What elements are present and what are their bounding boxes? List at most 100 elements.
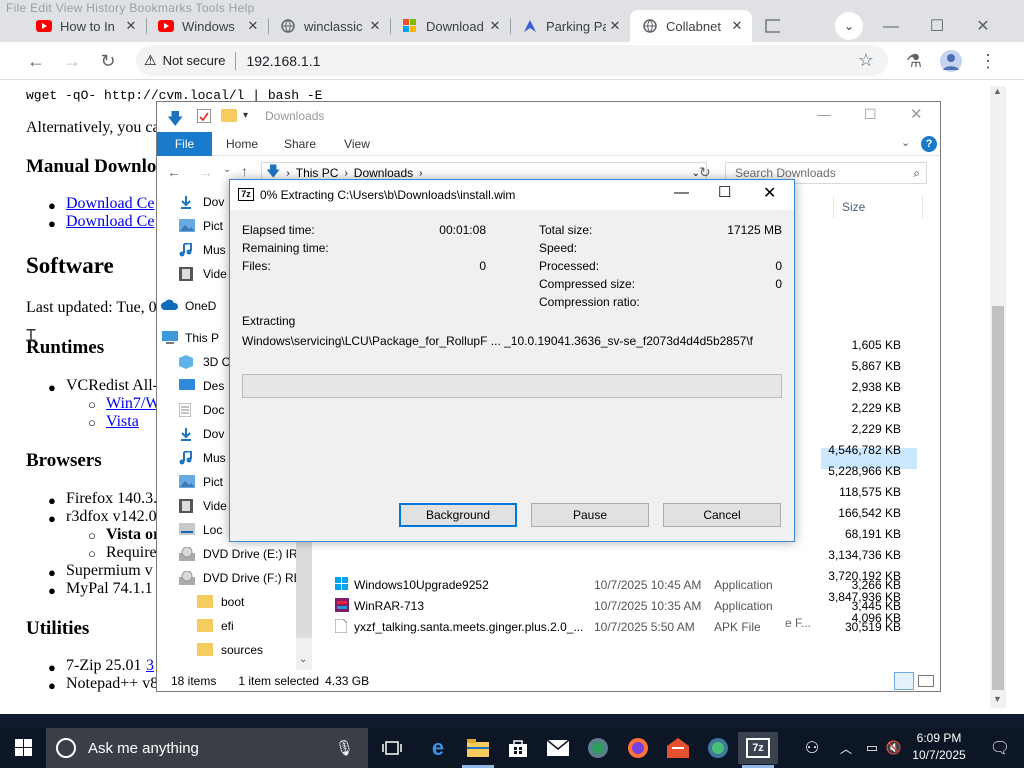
- page-scrollbar[interactable]: ▲ ▼: [990, 86, 1006, 708]
- nav-item[interactable]: Mus: [179, 446, 226, 470]
- show-hidden-icons-chevron[interactable]: ︿: [834, 732, 858, 764]
- scroll-up-icon[interactable]: ▲: [993, 86, 1002, 96]
- maximize-icon[interactable]: ☐: [864, 106, 877, 123]
- nav-item[interactable]: Pict: [179, 470, 223, 494]
- notifications-icon[interactable]: 🗨: [980, 732, 1020, 764]
- store-bag-icon[interactable]: [498, 732, 538, 764]
- nav-item[interactable]: OneD: [161, 294, 216, 318]
- properties-checkbox-icon[interactable]: [197, 109, 211, 123]
- cancel-button[interactable]: Cancel: [663, 503, 781, 527]
- tab-close-icon[interactable]: ✕: [366, 18, 384, 34]
- ribbon-expand-icon[interactable]: ⌄: [901, 136, 910, 149]
- tab-how-to[interactable]: How to In ✕: [24, 10, 146, 42]
- nav-item[interactable]: Vide: [179, 262, 227, 286]
- nav-item[interactable]: Pict: [179, 214, 223, 238]
- file-row[interactable]: Windows10Upgrade9252 10/7/2025 10:45 AM Ap…: [313, 574, 913, 595]
- maximize-icon[interactable]: ☐: [718, 183, 731, 201]
- labs-flask-icon[interactable]: ⚗: [902, 49, 926, 73]
- close-icon[interactable]: ✕: [763, 183, 776, 203]
- tab-collabnet[interactable]: Collabnet ✕: [630, 10, 752, 42]
- details-view-icon[interactable]: [894, 672, 914, 690]
- path-this-pc[interactable]: This PC: [296, 166, 339, 180]
- tab-download[interactable]: Download ✕: [390, 10, 510, 42]
- firefox-icon[interactable]: [618, 732, 658, 764]
- tab-close-icon[interactable]: ✕: [122, 18, 140, 34]
- menu-dots-icon[interactable]: ⋮: [976, 49, 1000, 73]
- large-icons-view-icon[interactable]: [918, 675, 934, 687]
- pause-button[interactable]: Pause: [531, 503, 649, 527]
- ribbon-tab-file[interactable]: File: [157, 132, 212, 156]
- tab-winclassic[interactable]: winclassic ✕: [268, 10, 390, 42]
- nav-item[interactable]: DVD Drive (E:) IR: [179, 542, 298, 566]
- file-explorer-icon[interactable]: [458, 732, 498, 764]
- tab-search-chevron-icon[interactable]: ⌄: [835, 12, 863, 40]
- minimize-icon[interactable]: —: [674, 184, 689, 201]
- scrollbar-thumb[interactable]: [992, 306, 1004, 690]
- download-link-1[interactable]: Download Ce: [66, 195, 154, 213]
- cortana-search-box[interactable]: Ask me anything 🎙: [46, 728, 368, 768]
- tab-parking[interactable]: Parking Pa ✕: [510, 10, 630, 42]
- maximize-icon[interactable]: ☐: [922, 14, 952, 40]
- task-view-icon[interactable]: [372, 732, 412, 764]
- tab-close-icon[interactable]: ✕: [728, 18, 746, 34]
- mail-icon[interactable]: [538, 732, 578, 764]
- ribbon-tab-home[interactable]: Home: [217, 132, 267, 156]
- nav-item[interactable]: Vide: [179, 494, 227, 518]
- tab-close-icon[interactable]: ✕: [486, 18, 504, 34]
- ribbon-tab-share[interactable]: Share: [275, 132, 325, 156]
- up-arrow-icon[interactable]: ↑: [241, 163, 248, 179]
- microphone-icon[interactable]: 🎙: [335, 739, 354, 757]
- back-arrow-icon[interactable]: ←: [24, 49, 48, 73]
- new-folder-icon[interactable]: [221, 109, 237, 122]
- nav-item[interactable]: Loc: [179, 518, 222, 542]
- recent-chevron-icon[interactable]: ⌄: [223, 164, 231, 175]
- qat-dropdown-icon[interactable]: ▾: [243, 110, 248, 121]
- bookmark-star-icon[interactable]: ☆: [858, 50, 874, 71]
- tab-windows[interactable]: Windows ✕: [146, 10, 268, 42]
- tab-close-icon[interactable]: ✕: [606, 18, 624, 34]
- system-clock[interactable]: 6:09 PM 10/7/2025: [900, 730, 978, 766]
- nav-item[interactable]: efi: [197, 614, 234, 638]
- close-icon[interactable]: ✕: [968, 14, 998, 40]
- scroll-down-icon[interactable]: ⌄: [299, 654, 307, 665]
- minimize-icon[interactable]: —: [817, 106, 831, 122]
- win7-link[interactable]: Win7/W: [106, 395, 160, 413]
- nav-item[interactable]: 3D O: [179, 350, 231, 374]
- size-column-header[interactable]: Size: [833, 196, 923, 218]
- profile-avatar[interactable]: [940, 50, 962, 72]
- ribbon-tab-view[interactable]: View: [332, 132, 382, 156]
- nav-item[interactable]: sources: [197, 638, 263, 662]
- nav-item[interactable]: Dov: [179, 190, 224, 214]
- fdm-icon[interactable]: [658, 732, 698, 764]
- vista-link[interactable]: Vista: [106, 413, 139, 431]
- nav-item[interactable]: Dov: [179, 422, 224, 446]
- address-bar[interactable]: ⚠ Not secure 192.168.1.1 ☆: [136, 45, 888, 76]
- people-icon[interactable]: ⚇: [792, 732, 832, 764]
- path-downloads[interactable]: Downloads: [354, 166, 413, 180]
- file-row[interactable]: yxzf_talking.santa.meets.ginger.plus.2.0…: [313, 616, 913, 637]
- back-arrow-icon[interactable]: ←: [167, 164, 181, 180]
- browser-globe-icon[interactable]: [698, 732, 738, 764]
- close-icon[interactable]: ✕: [910, 105, 923, 123]
- nav-item[interactable]: This P: [161, 326, 219, 350]
- nav-item[interactable]: boot: [197, 590, 244, 614]
- edge-icon[interactable]: e: [418, 732, 458, 764]
- help-icon[interactable]: ?: [921, 136, 937, 152]
- nav-item[interactable]: Mus: [179, 238, 226, 262]
- minimize-icon[interactable]: —: [876, 14, 906, 40]
- file-row[interactable]: WinRAR-713 10/7/2025 10:35 AM Application 3…: [313, 595, 913, 616]
- reload-icon[interactable]: ↻: [96, 49, 120, 73]
- tab-close-icon[interactable]: ✕: [244, 18, 262, 34]
- nav-item[interactable]: Doc: [178, 398, 224, 422]
- nav-item[interactable]: Des: [179, 374, 224, 398]
- globe-app-icon[interactable]: [578, 732, 618, 764]
- nav-item[interactable]: DVD Drive (F:) RE: [179, 566, 302, 590]
- sevenzip-taskbar-icon[interactable]: 7z: [738, 732, 778, 764]
- sevenzip-link[interactable]: 3: [146, 657, 154, 675]
- network-icon[interactable]: ▭: [860, 732, 884, 764]
- tab-blank[interactable]: [752, 10, 792, 42]
- forward-arrow-icon[interactable]: →: [60, 49, 84, 73]
- background-button[interactable]: Background: [399, 503, 517, 527]
- scroll-down-icon[interactable]: ▼: [993, 694, 1002, 704]
- download-link-2[interactable]: Download Ce: [66, 213, 154, 231]
